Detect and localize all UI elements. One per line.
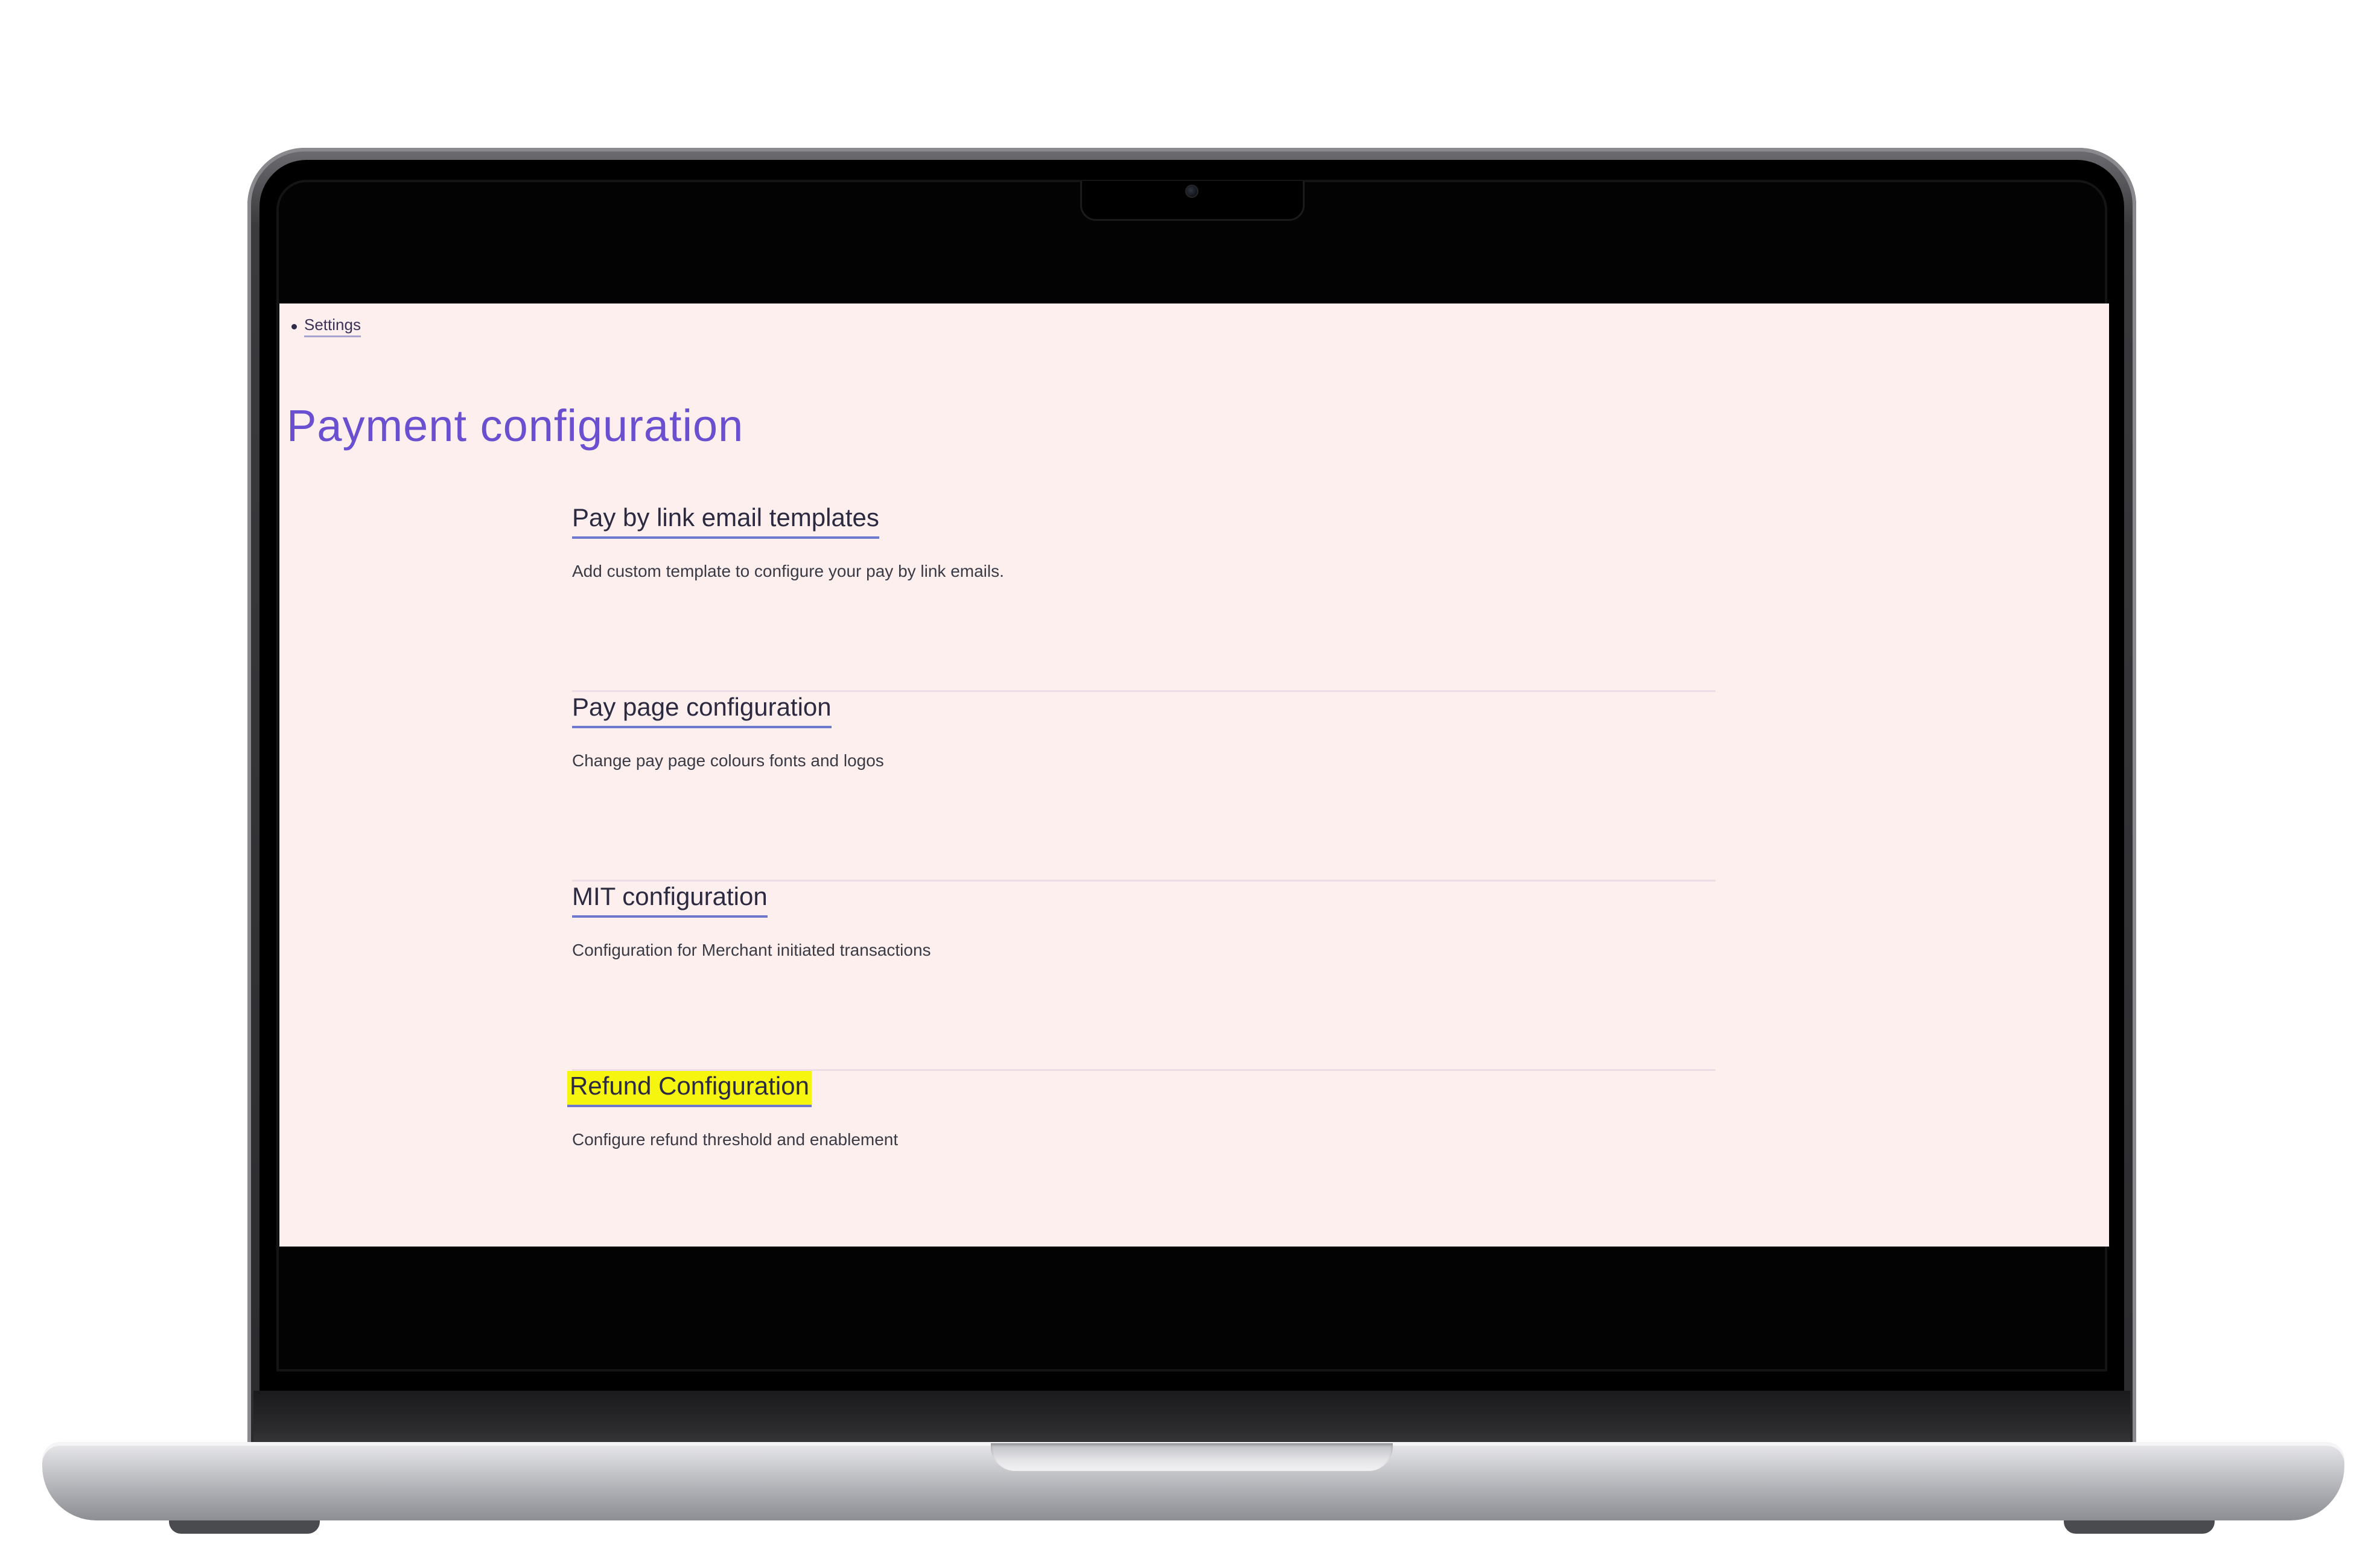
pay-page-configuration-link[interactable]: Pay page configuration — [572, 692, 832, 728]
laptop-foot-left — [169, 1520, 320, 1534]
refund-description: Configure refund threshold and enablemen… — [572, 1130, 899, 1149]
pay-by-link-description: Add custom template to configure your pa… — [572, 562, 1004, 580]
camera-icon — [1185, 185, 1198, 198]
bullet-icon — [291, 323, 297, 329]
list-item-refund: Refund Configuration Configure refund th… — [567, 1071, 1716, 1247]
page-title: Payment configuration — [287, 401, 744, 451]
breadcrumb: Settings — [291, 316, 361, 337]
app-screen: Settings Payment configuration Pay by li… — [279, 303, 2109, 1247]
laptop-mockup: Settings Payment configuration Pay by li… — [0, 0, 2380, 1547]
list-item-pay-by-link: Pay by link email templates Add custom t… — [572, 503, 1716, 692]
refund-configuration-link[interactable]: Refund Configuration — [567, 1071, 812, 1107]
mit-configuration-link[interactable]: MIT configuration — [572, 882, 768, 918]
configuration-list: Pay by link email templates Add custom t… — [567, 503, 1716, 1247]
mit-description: Configuration for Merchant initiated tra… — [572, 941, 931, 959]
pay-page-description: Change pay page colours fonts and logos — [572, 751, 884, 770]
laptop-foot-right — [2064, 1520, 2215, 1534]
list-item-pay-page: Pay page configuration Change pay page c… — [572, 692, 1716, 882]
breadcrumb-settings-link[interactable]: Settings — [304, 316, 361, 337]
lid-opening-notch — [991, 1443, 1393, 1471]
list-item-mit: MIT configuration Configuration for Merc… — [572, 882, 1716, 1071]
pay-by-link-templates-link[interactable]: Pay by link email templates — [572, 503, 879, 539]
